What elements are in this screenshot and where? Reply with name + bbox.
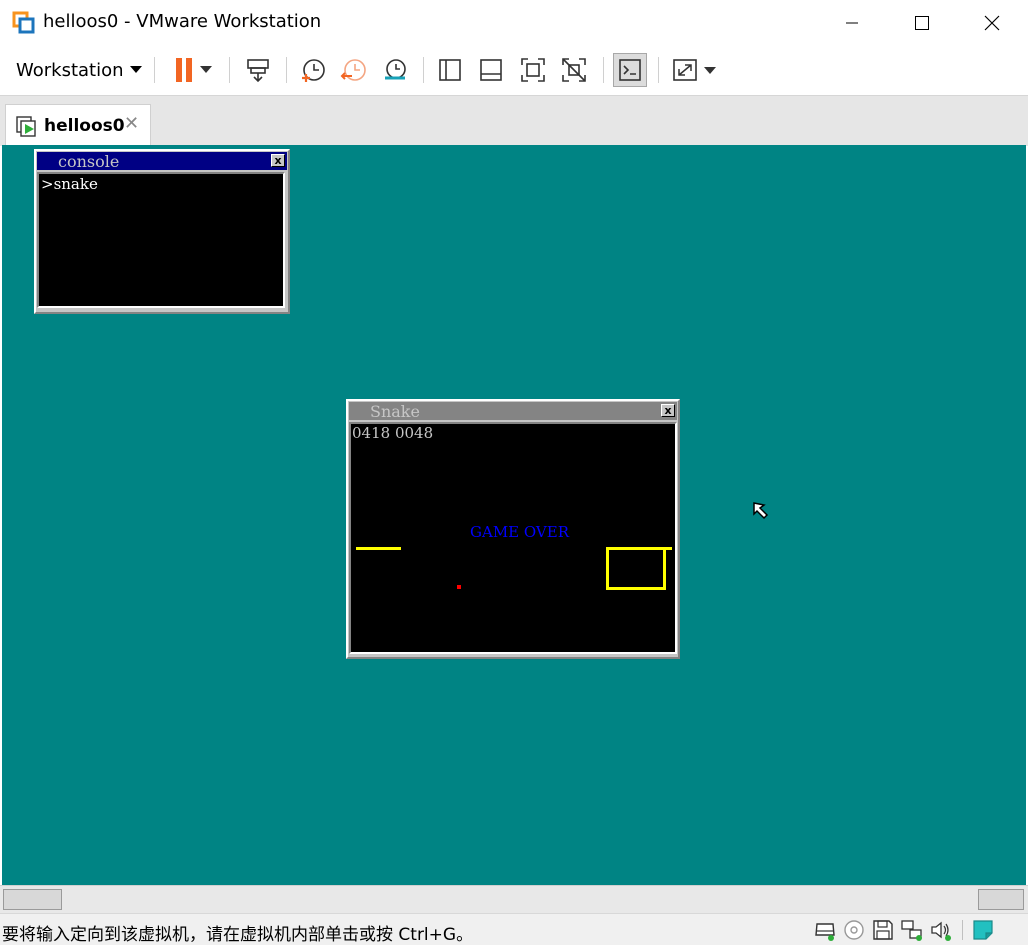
snake-food: [457, 585, 461, 589]
library-view-icon: [439, 59, 461, 81]
mouse-cursor-icon: [752, 501, 772, 525]
console-titlebar[interactable]: console x: [37, 152, 287, 170]
console-view-icon: [619, 59, 641, 81]
toolbar: Workstation: [0, 45, 1028, 95]
snapshot-manager-icon: [385, 59, 406, 80]
message-log-icon[interactable]: [971, 918, 995, 942]
snake-game-area[interactable]: 0418 0048 GAME OVER: [349, 422, 677, 654]
guest-screen[interactable]: console x >snake Snake x 0418 0048 GAME …: [2, 145, 1026, 885]
snake-close-button[interactable]: x: [661, 404, 675, 417]
snake-window[interactable]: Snake x 0418 0048 GAME OVER: [346, 399, 680, 659]
snake-segment: [356, 547, 401, 550]
scrollbar-thumb-left[interactable]: [3, 889, 62, 910]
network-icon[interactable]: [900, 918, 924, 942]
fullscreen-icon: [521, 58, 545, 82]
horizontal-scrollbar[interactable]: [0, 885, 1028, 913]
chevron-down-icon: [129, 66, 142, 73]
status-separator: [962, 920, 963, 940]
toolbar-separator: [603, 57, 604, 83]
status-message: 要将输入定向到该虚拟机，请在虚拟机内部单击或按 Ctrl+G。: [2, 925, 474, 945]
status-bar: 要将输入定向到该虚拟机，请在虚拟机内部单击或按 Ctrl+G。: [0, 913, 1028, 945]
console-prompt: >snake: [41, 175, 98, 193]
send-ctrl-alt-del-button[interactable]: [241, 53, 275, 87]
snake-segment: [663, 547, 666, 590]
console-close-button[interactable]: x: [271, 154, 285, 167]
snapshot-take-icon: [302, 59, 325, 82]
console-title: console: [58, 152, 120, 171]
thumbnail-bar-icon: [480, 59, 502, 81]
full-screen-button[interactable]: [516, 53, 550, 87]
minimize-button[interactable]: [829, 0, 875, 45]
send-ctrl-alt-del-icon: [247, 59, 269, 83]
maximize-button[interactable]: [899, 0, 945, 45]
toolbar-separator: [229, 57, 230, 83]
library-view-button[interactable]: [433, 53, 467, 87]
stretch-guest-button[interactable]: [668, 53, 724, 87]
unity-button[interactable]: [557, 53, 591, 87]
workstation-menu-button[interactable]: Workstation: [10, 55, 148, 85]
hard-disk-icon[interactable]: [813, 918, 837, 942]
toolbar-separator: [658, 57, 659, 83]
vm-running-icon: [15, 115, 39, 143]
sound-icon[interactable]: [929, 918, 953, 942]
console-window[interactable]: console x >snake: [34, 149, 290, 314]
close-window-button[interactable]: [969, 0, 1015, 45]
vmware-app-icon: [12, 11, 36, 35]
tab-close-icon[interactable]: ✕: [124, 113, 139, 134]
score-display: 0418 0048: [352, 424, 434, 442]
snapshot-revert-icon: [340, 59, 366, 81]
stretch-guest-icon: [673, 59, 716, 81]
tab-strip: helloos0 ✕: [0, 95, 1028, 146]
pause-icon: [176, 58, 212, 82]
snake-segment: [606, 587, 666, 590]
game-over-text: GAME OVER: [470, 523, 570, 541]
window-title: helloos0 - VMware Workstation: [43, 11, 322, 32]
toolbar-separator: [286, 57, 287, 83]
take-snapshot-button[interactable]: [296, 53, 330, 87]
snapshot-manager-button[interactable]: [378, 53, 412, 87]
toolbar-separator: [423, 57, 424, 83]
snake-titlebar[interactable]: Snake x: [349, 402, 677, 420]
console-view-button[interactable]: [613, 53, 647, 87]
toolbar-separator: [154, 57, 155, 83]
tab-helloos0[interactable]: helloos0 ✕: [5, 104, 151, 146]
thumbnail-bar-button[interactable]: [474, 53, 508, 87]
title-bar: helloos0 - VMware Workstation: [0, 0, 1028, 45]
tab-label: helloos0: [44, 116, 125, 136]
floppy-icon[interactable]: [871, 918, 895, 942]
revert-snapshot-button[interactable]: [337, 53, 371, 87]
console-text-area[interactable]: >snake: [37, 172, 285, 308]
snake-segment: [606, 547, 609, 590]
scrollbar-thumb-right[interactable]: [978, 889, 1024, 910]
unity-icon: [562, 58, 586, 82]
snake-title: Snake: [370, 402, 420, 421]
cd-rom-icon[interactable]: [842, 918, 866, 942]
pause-button[interactable]: [164, 53, 220, 87]
workstation-menu-label: Workstation: [16, 59, 124, 81]
